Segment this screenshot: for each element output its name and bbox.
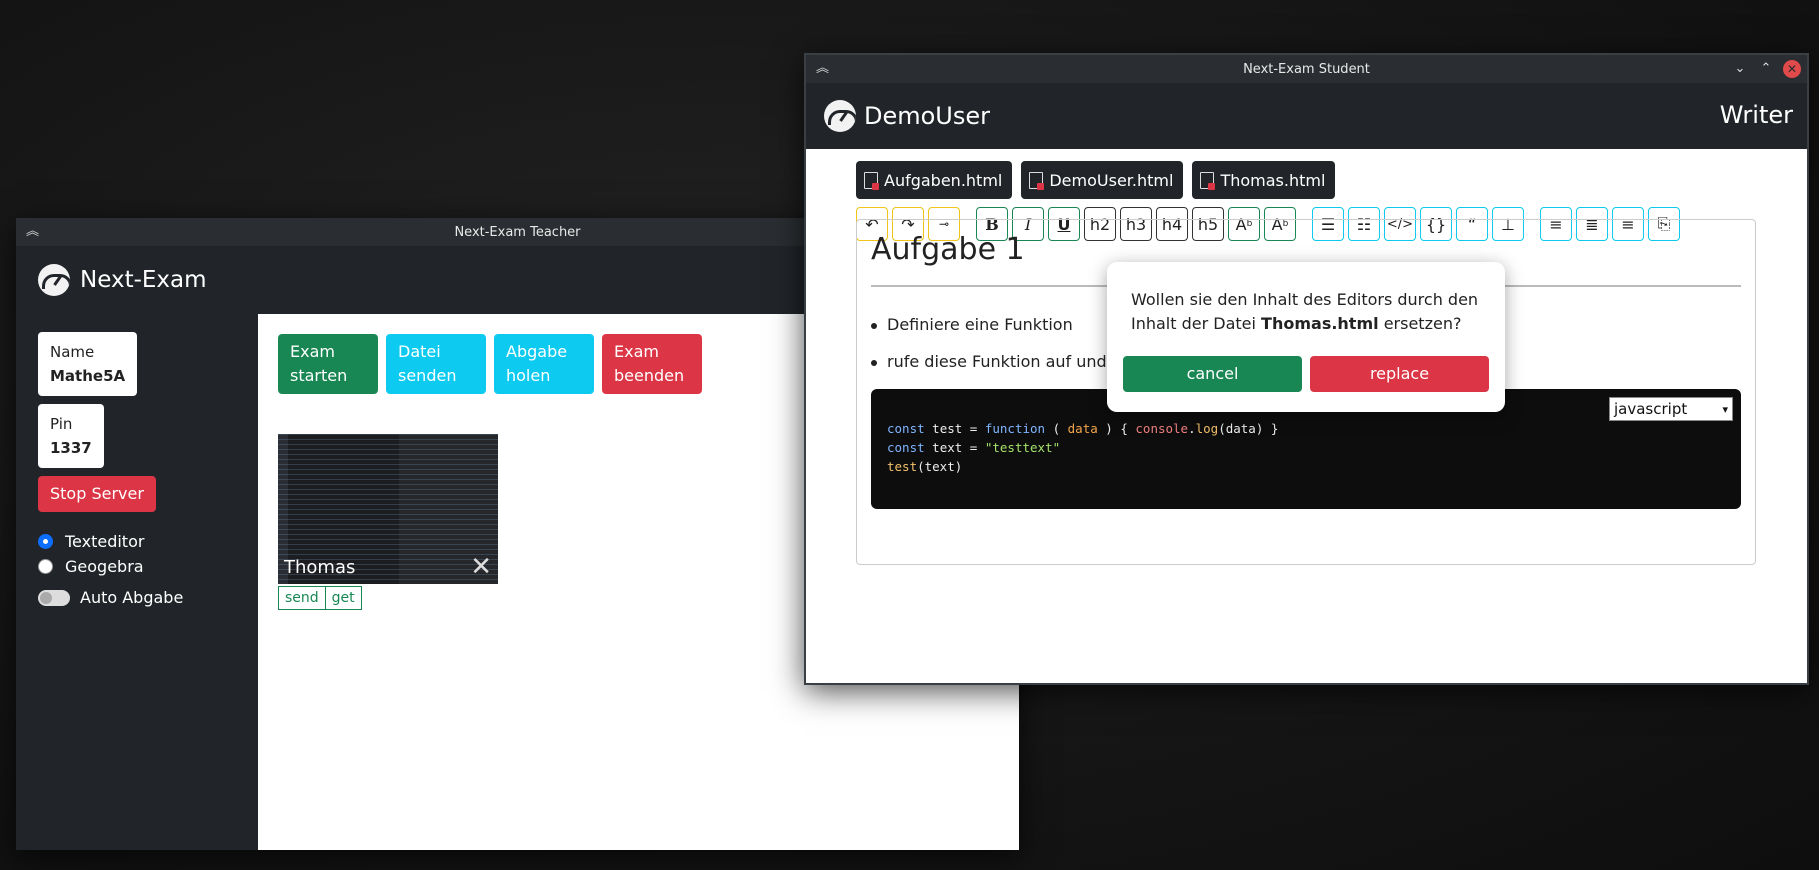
code-line: test(text) [887, 459, 963, 474]
student-card[interactable]: Thomas ✕ [278, 434, 498, 584]
exam-start-button[interactable]: Exam starten [278, 334, 378, 394]
student-appbar: DemoUser Writer [806, 83, 1807, 149]
send-file-button[interactable]: Datei senden [386, 334, 486, 394]
maximize-icon[interactable]: ⌃ [1757, 60, 1775, 78]
pin-box: Pin 1337 [38, 404, 104, 468]
cancel-button[interactable]: cancel [1123, 356, 1302, 392]
mode-texteditor[interactable]: Texteditor [38, 532, 258, 551]
student-buttons: send get [278, 586, 362, 610]
close-window-icon[interactable]: ✕ [1783, 60, 1801, 78]
window-controls: ⌄ ⌃ ✕ [1731, 60, 1801, 78]
exam-name-box: Name Mathe5A [38, 332, 138, 396]
dialog-filename: Thomas.html [1261, 314, 1379, 333]
replace-button[interactable]: replace [1310, 356, 1489, 392]
keep-above-icon[interactable]: ︽ [816, 61, 832, 77]
user-name: DemoUser [864, 102, 991, 130]
mode-geogebra[interactable]: Geogebra [38, 557, 258, 576]
get-button[interactable]: get [325, 586, 362, 610]
code-line: const text = "testtext" [887, 440, 1061, 455]
name-value: Mathe5A [50, 367, 126, 385]
app-name: Next-Exam [80, 267, 207, 293]
minimize-icon[interactable]: ⌄ [1731, 60, 1749, 78]
mode-label: Writer [1719, 101, 1793, 129]
replace-dialog: Wollen sie den Inhalt des Editors durch … [1107, 262, 1505, 412]
pin-label: Pin [50, 415, 73, 433]
dialog-message: Wollen sie den Inhalt des Editors durch … [1131, 288, 1481, 336]
teacher-sidebar: Name Mathe5A Pin 1337 Stop Server Texted… [16, 314, 258, 850]
window-title: Next-Exam Teacher [454, 224, 581, 240]
file-tabs: Aufgaben.html DemoUser.html Thomas.html [856, 161, 1807, 199]
speedometer-logo-icon [38, 264, 70, 296]
exam-end-button[interactable]: Exam beenden [602, 334, 702, 394]
student-titlebar[interactable]: ︽ Next-Exam Student ⌄ ⌃ ✕ [806, 55, 1807, 83]
radio-geogebra[interactable] [38, 559, 53, 574]
stop-server-button[interactable]: Stop Server [38, 476, 156, 512]
auto-abgabe-row[interactable]: Auto Abgabe [38, 588, 258, 607]
file-thomas[interactable]: Thomas.html [1192, 161, 1336, 199]
file-label: DemoUser.html [1049, 170, 1174, 190]
file-aufgaben[interactable]: Aufgaben.html [856, 161, 1013, 199]
mode-geogebra-label: Geogebra [65, 557, 144, 576]
pdf-file-icon [864, 171, 879, 190]
close-icon[interactable]: ✕ [470, 554, 492, 580]
send-button[interactable]: send [278, 586, 326, 610]
file-label: Aufgaben.html [884, 170, 1003, 190]
code-line: const test = function ( data ) { console… [887, 421, 1279, 436]
file-demouser[interactable]: DemoUser.html [1021, 161, 1184, 199]
language-value: javascript [1614, 399, 1688, 418]
pin-value: 1337 [50, 439, 92, 457]
speedometer-logo-icon [824, 100, 856, 132]
name-label: Name [50, 343, 95, 361]
auto-abgabe-toggle[interactable] [38, 589, 70, 606]
window-title: Next-Exam Student [1243, 61, 1370, 77]
radio-texteditor[interactable] [38, 534, 53, 549]
collect-button[interactable]: Abgabe holen [494, 334, 594, 394]
dialog-text-end: ersetzen? [1378, 314, 1462, 333]
auto-abgabe-label: Auto Abgabe [80, 588, 184, 607]
pdf-file-icon [1029, 171, 1045, 190]
file-label: Thomas.html [1220, 170, 1326, 190]
student-name: Thomas [284, 557, 356, 578]
keep-above-icon[interactable]: ︽ [26, 224, 42, 240]
pdf-file-icon [1200, 171, 1216, 190]
chevron-down-icon: ▾ [1722, 402, 1728, 416]
mode-texteditor-label: Texteditor [65, 532, 145, 551]
dialog-buttons: cancel replace [1123, 356, 1489, 392]
language-select[interactable]: javascript ▾ [1609, 397, 1733, 421]
